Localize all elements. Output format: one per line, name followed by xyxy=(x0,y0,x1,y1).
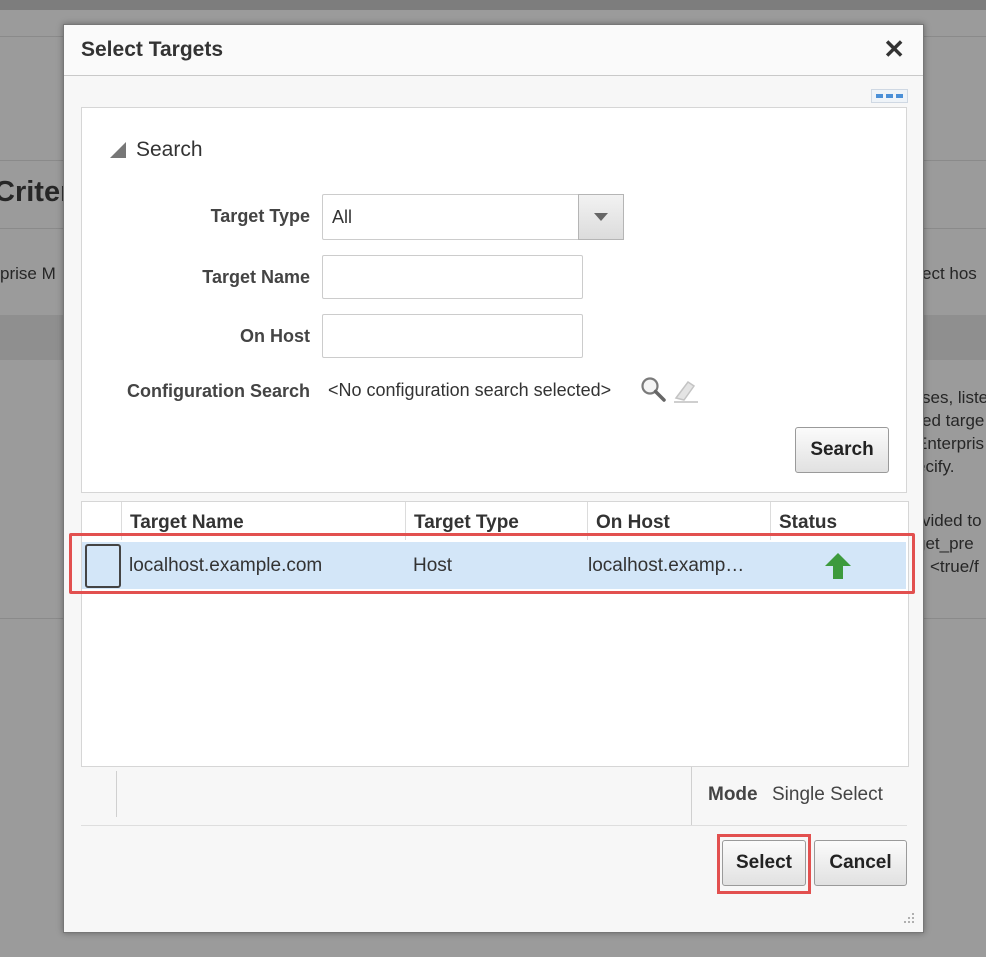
search-button[interactable]: Search xyxy=(795,427,889,473)
cell-target-name: localhost.example.com xyxy=(129,555,323,576)
background-text: Enterpris xyxy=(916,434,985,453)
background-text: prise M xyxy=(0,264,56,283)
table-row[interactable]: localhost.example.com Host localhost.exa… xyxy=(82,542,906,589)
dropdown-button[interactable] xyxy=(578,194,624,240)
column-header-on-host[interactable]: On Host xyxy=(596,512,670,534)
more-options-icon[interactable] xyxy=(871,89,908,103)
column-separator xyxy=(121,502,122,540)
target-type-value: All xyxy=(332,207,353,227)
column-separator xyxy=(405,502,406,540)
search-panel: Search Target Type All Target Name On Ho… xyxy=(81,107,907,493)
search-section-toggle[interactable]: Search xyxy=(110,138,203,162)
footer-bar: Mode Single Select xyxy=(81,767,907,826)
cancel-button[interactable]: Cancel xyxy=(814,840,907,886)
background-top-bar xyxy=(0,0,986,10)
resize-grip-icon[interactable] xyxy=(901,910,915,924)
on-host-input[interactable] xyxy=(322,314,583,358)
target-name-input[interactable] xyxy=(322,255,583,299)
configuration-search-label: Configuration Search xyxy=(126,381,310,401)
up-arrow-icon xyxy=(825,553,851,579)
background-text: ect hos xyxy=(922,264,977,283)
select-targets-dialog: Select Targets ✕ Search Target Type All … xyxy=(63,24,924,933)
cell-target-type: Host xyxy=(413,555,453,576)
results-table: Target Name Target Type On Host Status l… xyxy=(81,501,909,767)
clear-eraser-icon[interactable] xyxy=(672,376,700,404)
background-text: get_pre xyxy=(916,534,974,553)
cell-on-host: localhost.examp… xyxy=(588,555,745,576)
column-separator xyxy=(770,502,771,540)
background-text: ses, liste xyxy=(922,388,986,407)
target-name-label: Target Name xyxy=(202,267,310,287)
column-header-target-name[interactable]: Target Name xyxy=(130,512,244,534)
background-text: ed targe xyxy=(922,411,985,430)
dialog-title: Select Targets xyxy=(81,38,224,61)
row-selector[interactable] xyxy=(85,544,121,588)
search-section-title: Search xyxy=(136,138,203,161)
table-header: Target Name Target Type On Host Status xyxy=(82,502,908,540)
footer-separator xyxy=(691,767,692,825)
chevron-down-icon xyxy=(594,213,608,221)
footer-separator xyxy=(116,771,117,817)
column-separator xyxy=(587,502,588,540)
select-button[interactable]: Select xyxy=(722,840,806,886)
dialog-header: Select Targets ✕ xyxy=(64,25,923,76)
close-icon[interactable]: ✕ xyxy=(883,36,905,62)
on-host-label: On Host xyxy=(240,326,310,346)
background-heading: Criter xyxy=(0,176,72,208)
search-icon[interactable] xyxy=(640,376,666,402)
background-text: <true/f xyxy=(930,557,979,576)
mode-value: Single Select xyxy=(772,784,883,805)
configuration-search-value: <No configuration search selected> xyxy=(328,380,612,400)
collapse-triangle-icon xyxy=(110,142,126,158)
column-header-status[interactable]: Status xyxy=(779,512,837,534)
target-type-select[interactable]: All xyxy=(322,194,624,240)
mode-label: Mode xyxy=(708,784,758,805)
column-header-target-type[interactable]: Target Type xyxy=(414,512,519,534)
background-text: vided to xyxy=(922,511,982,530)
target-type-label: Target Type xyxy=(210,206,310,226)
